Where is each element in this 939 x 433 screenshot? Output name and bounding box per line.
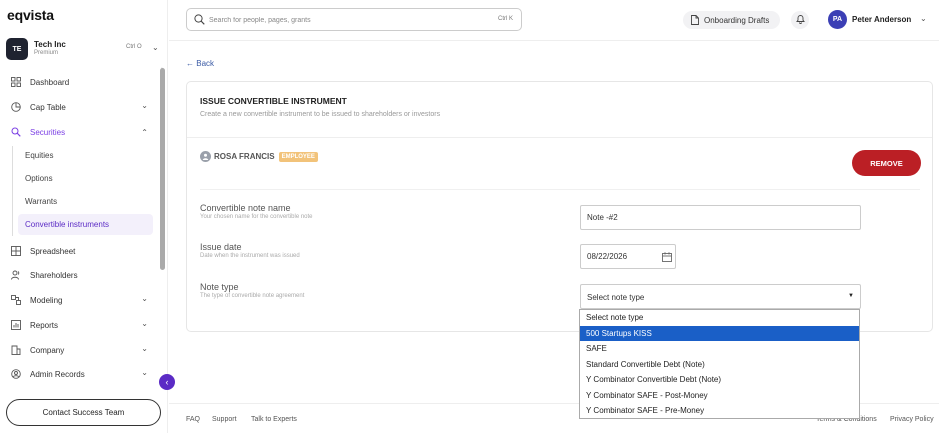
sidebar: eqvista TE Tech Inc Premium Ctrl O ⌄ Das… (0, 0, 168, 433)
sidebar-item-reports[interactable]: Reports ⌄ (6, 314, 152, 336)
chevron-down-icon: ⌄ (141, 101, 148, 110)
sidebar-item-label: Modeling (30, 295, 63, 305)
sidebar-item-label: Spreadsheet (30, 246, 76, 256)
org-shortcut: Ctrl O (126, 44, 142, 50)
dropdown-option[interactable]: Y Combinator Convertible Debt (Note) (580, 372, 859, 388)
chevron-down-icon[interactable]: ⌄ (920, 14, 927, 23)
chevron-left-icon: ‹ (165, 377, 169, 387)
contact-success-team-button[interactable]: Contact Success Team (6, 399, 161, 426)
holder-name: ROSA FRANCIS (214, 152, 275, 161)
sidebar-item-label: Securities (30, 127, 66, 137)
sidebar-item-dashboard[interactable]: Dashboard (6, 71, 152, 93)
dropdown-arrow-icon: ▼ (848, 293, 854, 299)
sidebar-subitem-warrants[interactable]: Warrants (18, 191, 153, 212)
sidebar-item-label: Cap Table (30, 102, 66, 112)
back-label: Back (196, 59, 215, 68)
divider (187, 137, 932, 138)
notifications-button[interactable] (791, 11, 809, 29)
sidebar-subitem-options[interactable]: Options (18, 168, 153, 189)
dropdown-option-highlighted[interactable]: 500 Startups KISS (580, 325, 859, 341)
org-switcher[interactable]: TE Tech Inc Premium Ctrl O ⌄ (6, 38, 164, 62)
calendar-icon[interactable] (662, 252, 672, 264)
document-icon (691, 15, 699, 25)
back-link[interactable]: ← Back (186, 59, 214, 68)
chevron-down-icon: ⌄ (152, 43, 159, 52)
dropdown-option[interactable]: SAFE (580, 341, 859, 357)
org-name: Tech Inc (34, 40, 66, 49)
sidebar-item-label: Company (30, 345, 65, 355)
top-bar: Ctrl K Onboarding Drafts PA Peter Anders… (169, 0, 939, 41)
arrow-left-icon: ← (186, 59, 194, 68)
sidebar-item-label: Admin Records (30, 369, 85, 379)
footer-link-privacy[interactable]: Privacy Policy (890, 416, 934, 423)
issue-convertible-card: ISSUE CONVERTIBLE INSTRUMENT Create a ne… (186, 81, 933, 332)
search-input[interactable] (209, 13, 469, 27)
sidebar-item-securities[interactable]: Securities ⌃ (6, 121, 152, 143)
dropdown-option[interactable]: Y Combinator SAFE - Pre-Money (580, 403, 859, 419)
user-name[interactable]: Peter Anderson (852, 15, 911, 24)
sidebar-item-company[interactable]: Company ⌄ (6, 339, 152, 361)
note-type-selected-value: Select note type (587, 293, 645, 302)
note-type-dropdown: Select note type 500 Startups KISS SAFE … (579, 309, 860, 419)
dropdown-option[interactable]: Y Combinator SAFE - Post-Money (580, 388, 859, 404)
remove-button[interactable]: REMOVE (852, 150, 921, 176)
sidebar-item-shareholders[interactable]: Shareholders (6, 264, 152, 286)
company-icon (10, 344, 22, 356)
modeling-icon (10, 294, 22, 306)
chevron-up-icon: ⌃ (141, 128, 148, 137)
grid-icon (10, 245, 22, 257)
note-name-label: Convertible note name (200, 203, 291, 213)
note-name-input[interactable] (580, 205, 861, 230)
chevron-down-icon: ⌄ (141, 368, 148, 377)
pie-chart-icon (10, 101, 22, 113)
dropdown-option[interactable]: Standard Convertible Debt (Note) (580, 357, 859, 373)
sidebar-item-cap-table[interactable]: Cap Table ⌄ (6, 96, 152, 118)
admin-records-icon (10, 368, 22, 380)
user-avatar[interactable]: PA (828, 10, 847, 29)
holder-role-badge: EMPLOYEE (278, 151, 318, 162)
search-shortcut: Ctrl K (498, 16, 513, 22)
page-subtitle: Create a new convertible instrument to b… (200, 111, 441, 118)
chevron-down-icon: ⌄ (141, 319, 148, 328)
sidebar-item-label: Dashboard (30, 77, 70, 87)
holder-info: ROSA FRANCIS EMPLOYEE (200, 151, 318, 162)
note-type-select[interactable]: Select note type ▼ (580, 284, 861, 309)
search-icon (194, 14, 205, 27)
note-type-label: Note type (200, 282, 239, 292)
users-icon (10, 269, 22, 281)
issue-date-label: Issue date (200, 242, 242, 252)
sidebar-item-modeling[interactable]: Modeling ⌄ (6, 289, 152, 311)
org-avatar: TE (6, 38, 28, 60)
user-icon (200, 151, 211, 162)
brand-logo[interactable]: eqvista (7, 7, 54, 23)
note-name-hint: Your chosen name for the convertible not… (200, 214, 313, 220)
org-plan: Premium (34, 50, 59, 56)
onboarding-drafts-label: Onboarding Drafts (704, 15, 770, 25)
securities-icon (10, 126, 22, 138)
sidebar-item-label: Shareholders (30, 270, 78, 280)
chevron-down-icon: ⌄ (141, 344, 148, 353)
footer-link-support[interactable]: Support (212, 416, 237, 423)
footer-link-talk-to-experts[interactable]: Talk to Experts (251, 416, 297, 423)
page-title: ISSUE CONVERTIBLE INSTRUMENT (200, 96, 347, 106)
reports-icon (10, 319, 22, 331)
sidebar-item-spreadsheet[interactable]: Spreadsheet (6, 240, 152, 262)
issue-date-hint: Date when the instrument was issued (200, 253, 300, 259)
dashboard-icon (10, 76, 22, 88)
footer-link-faq[interactable]: FAQ (186, 416, 200, 423)
note-type-hint: The type of convertible note agreement (200, 293, 305, 299)
collapse-sidebar-button[interactable]: ‹ (159, 374, 175, 390)
chevron-down-icon: ⌄ (141, 294, 148, 303)
submenu-line (12, 146, 13, 236)
sidebar-scrollbar[interactable] (160, 68, 165, 270)
sidebar-subitem-equities[interactable]: Equities (18, 145, 153, 166)
sidebar-subitem-convertible-instruments[interactable]: Convertible instruments (18, 214, 153, 235)
divider (200, 189, 920, 190)
dropdown-option[interactable]: Select note type (580, 310, 859, 326)
bell-icon (795, 14, 805, 26)
sidebar-item-admin-records[interactable]: Admin Records ⌄ (6, 363, 152, 385)
search-box[interactable]: Ctrl K (186, 8, 522, 31)
onboarding-drafts-button[interactable]: Onboarding Drafts (683, 11, 780, 29)
sidebar-item-label: Reports (30, 320, 59, 330)
